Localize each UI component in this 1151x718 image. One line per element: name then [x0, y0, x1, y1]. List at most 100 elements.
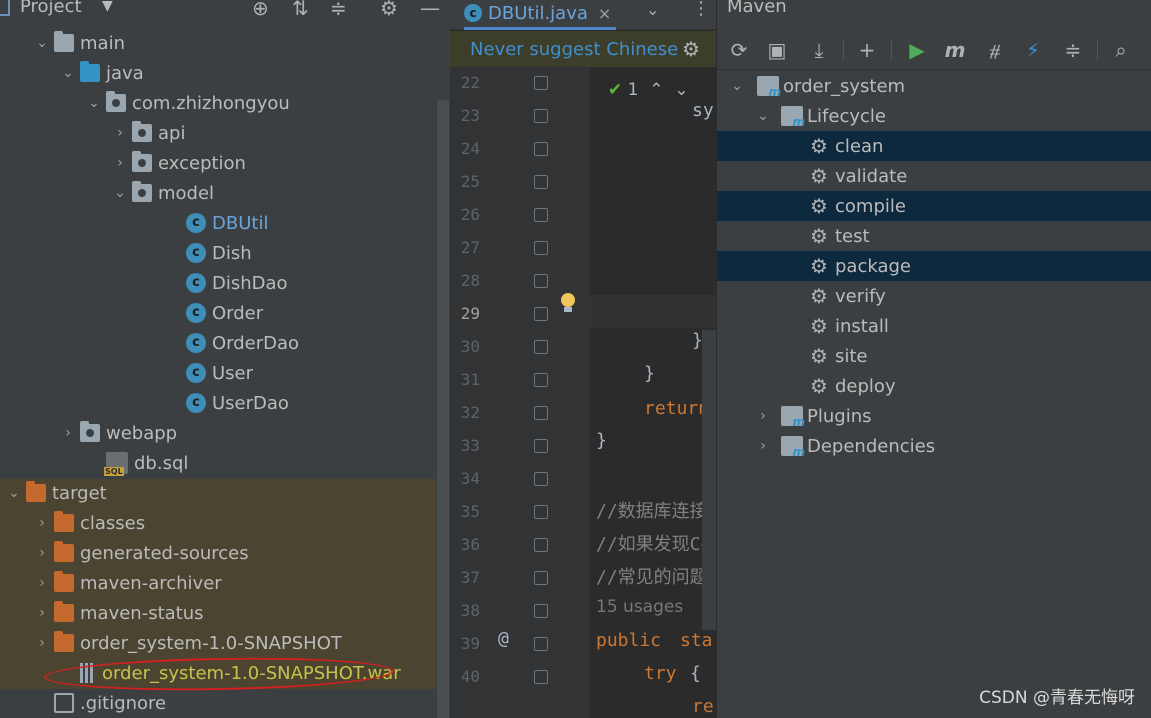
fold-icon[interactable]	[534, 373, 548, 387]
lifecycle-phase-clean[interactable]: ⚙ clean	[717, 131, 1151, 161]
chevron-down-icon[interactable]: ⌄	[6, 485, 22, 501]
code-return-2[interactable]: re	[692, 696, 714, 717]
chevron-down-icon[interactable]: ⌄	[112, 185, 128, 201]
fold-icon[interactable]	[534, 571, 548, 585]
tab-dbutil[interactable]: c DBUtil.java ×	[464, 0, 611, 28]
fold-icon[interactable]	[534, 208, 548, 222]
lifecycle-phase-site[interactable]: ⚙ site	[717, 341, 1151, 371]
lifecycle-phase-compile[interactable]: ⚙ compile	[717, 191, 1151, 221]
tree-item[interactable]: ⌄ java	[0, 58, 450, 88]
chevron-down-icon[interactable]: ⌄	[669, 80, 688, 100]
chevron-up-icon[interactable]: ⌃	[644, 80, 663, 100]
expand-all-icon[interactable]: ⇅	[292, 0, 309, 20]
fold-icon[interactable]	[534, 307, 548, 321]
maven-plugins[interactable]: › Plugins	[717, 401, 1151, 431]
tree-item[interactable]: .gitignore	[0, 688, 450, 718]
code-brace-outer[interactable]: }	[596, 430, 607, 451]
code-brace-mid[interactable]: }	[644, 363, 655, 384]
tree-item[interactable]: › maven-archiver	[0, 568, 450, 598]
code-return[interactable]: return	[644, 398, 709, 419]
tree-item[interactable]: › maven-status	[0, 598, 450, 628]
analyze-dependencies-icon[interactable]: ⌕	[1109, 38, 1133, 62]
tree-item[interactable]: › webapp	[0, 418, 450, 448]
tree-item[interactable]: ⌄ model	[0, 178, 450, 208]
maven-dependencies[interactable]: › Dependencies	[717, 431, 1151, 461]
tree-item[interactable]: ⌄ main	[0, 28, 450, 58]
download-icon[interactable]: ⤓	[807, 38, 831, 62]
tree-item[interactable]: › api	[0, 118, 450, 148]
lifecycle-phase-install[interactable]: ⚙ install	[717, 311, 1151, 341]
lifecycle-phase-validate[interactable]: ⚙ validate	[717, 161, 1151, 191]
lifecycle-phase-test[interactable]: ⚙ test	[717, 221, 1151, 251]
chevron-right-icon[interactable]: ›	[34, 545, 50, 561]
inspection-widget[interactable]: ✔ 1 ⌃ ⌄	[608, 80, 689, 100]
tree-item[interactable]: › generated-sources	[0, 538, 450, 568]
chevron-right-icon[interactable]: ›	[34, 605, 50, 621]
lifecycle-phase-deploy[interactable]: ⚙ deploy	[717, 371, 1151, 401]
locate-icon[interactable]: ⊕	[252, 0, 269, 20]
code-try[interactable]: try	[644, 663, 677, 684]
skip-tests-icon[interactable]: ⚡	[1021, 38, 1045, 62]
add-icon[interactable]: +	[855, 38, 879, 62]
fold-icon[interactable]	[534, 637, 548, 651]
fold-icon[interactable]	[534, 538, 548, 552]
maven-project-order-system[interactable]: ⌄ order_system	[717, 71, 1151, 101]
fold-icon[interactable]	[534, 604, 548, 618]
code-brace-open[interactable]: {	[690, 663, 701, 684]
fold-icon[interactable]	[534, 439, 548, 453]
tree-item[interactable]: › order_system-1.0-SNAPSHOT	[0, 628, 450, 658]
tree-item[interactable]: c OrderDao	[0, 328, 450, 358]
never-suggest-link[interactable]: Never suggest Chinese	[470, 39, 678, 60]
project-title[interactable]: Project	[20, 0, 82, 17]
fold-icon[interactable]	[534, 142, 548, 156]
tree-item[interactable]: ⌄ target	[0, 478, 450, 508]
tree-item[interactable]: c DishDao	[0, 268, 450, 298]
chevron-down-icon[interactable]: ▼	[102, 0, 113, 14]
chevron-right-icon[interactable]: ›	[755, 438, 771, 454]
tree-item[interactable]: SQL db.sql	[0, 448, 450, 478]
gear-icon[interactable]: ⚙	[380, 0, 398, 20]
usages-hint[interactable]: 15 usages	[596, 597, 683, 617]
editor-scrollbar[interactable]	[702, 330, 716, 630]
collapse-all-icon[interactable]: ≑	[330, 0, 347, 20]
chevron-right-icon[interactable]: ›	[34, 515, 50, 531]
toggle-offline-icon[interactable]: ⧣	[983, 38, 1007, 62]
chevron-down-icon[interactable]: ⌄	[755, 108, 771, 124]
more-icon[interactable]: ⋮	[692, 0, 710, 19]
tree-item[interactable]: c UserDao	[0, 388, 450, 418]
project-scrollbar[interactable]	[437, 100, 449, 718]
fold-icon[interactable]	[534, 241, 548, 255]
annotation-marker[interactable]: @	[498, 628, 509, 649]
fold-icon[interactable]	[534, 175, 548, 189]
code-sy[interactable]: sy	[692, 100, 714, 121]
lightbulb-icon[interactable]	[560, 293, 576, 313]
lifecycle-phase-package[interactable]: ⚙ package	[717, 251, 1151, 281]
chevron-down-icon[interactable]: ⌄	[729, 78, 745, 94]
code-public[interactable]: public	[596, 630, 661, 651]
tree-item[interactable]: c Dish	[0, 238, 450, 268]
lifecycle-phase-verify[interactable]: ⚙ verify	[717, 281, 1151, 311]
chevron-right-icon[interactable]: ›	[34, 635, 50, 651]
chevron-right-icon[interactable]: ›	[755, 408, 771, 424]
code-comment-3[interactable]: //常见的问题	[596, 563, 708, 589]
maven-lifecycle[interactable]: ⌄ Lifecycle	[717, 101, 1151, 131]
reload-icon[interactable]: ⟳	[727, 38, 751, 62]
gear-icon[interactable]: ⚙	[682, 37, 700, 61]
chevron-down-icon[interactable]: ⌄	[646, 0, 659, 19]
tree-item[interactable]: › classes	[0, 508, 450, 538]
collapse-all-icon[interactable]: ≑	[1061, 38, 1085, 62]
fold-icon[interactable]	[534, 340, 548, 354]
tree-item[interactable]: c Order	[0, 298, 450, 328]
tree-item[interactable]: › exception	[0, 148, 450, 178]
close-icon[interactable]: ×	[598, 4, 611, 23]
minimize-icon[interactable]: —	[420, 0, 440, 20]
fold-icon[interactable]	[534, 274, 548, 288]
execute-goal-icon[interactable]: m	[943, 38, 967, 62]
code-comment-1[interactable]: //数据库连接	[596, 497, 708, 523]
fold-icon[interactable]	[534, 109, 548, 123]
tree-item[interactable]: c DBUtil	[0, 208, 450, 238]
code-static[interactable]: sta	[680, 630, 713, 651]
run-icon[interactable]: ▶	[905, 38, 929, 62]
fold-icon[interactable]	[534, 505, 548, 519]
chevron-down-icon[interactable]: ⌄	[86, 95, 102, 111]
